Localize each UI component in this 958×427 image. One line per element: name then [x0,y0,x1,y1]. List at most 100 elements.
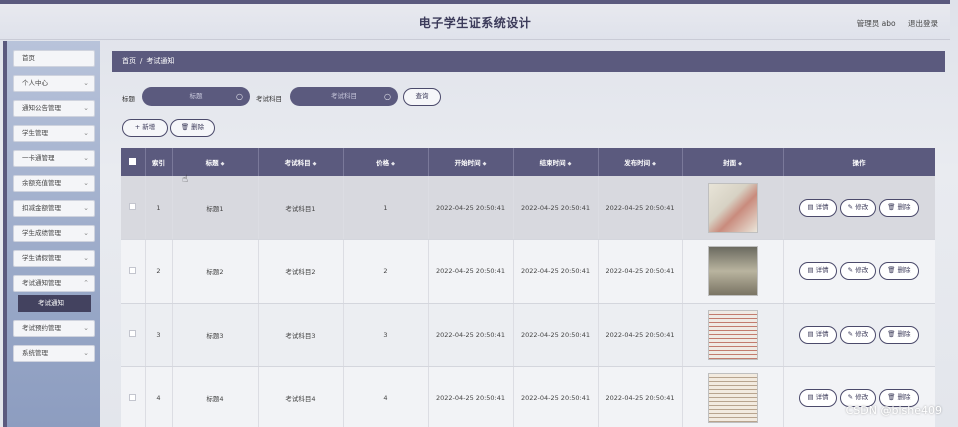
title-search-input[interactable]: 标题 ○ [142,87,250,106]
column-header[interactable]: 封面 ◆ [682,148,784,176]
hand-cursor-icon: ☝ [182,174,189,185]
checkbox-icon [129,393,137,401]
table-row[interactable]: 4 标题4 考试科目4 4 2022-04-25 20:50:41 2022-0… [121,366,935,427]
cell-subject: 考试科目3 [258,303,344,367]
add-button[interactable]: + 新增 [122,119,168,137]
breadcrumb-home[interactable]: 首页 [122,57,136,65]
sort-icon: ◆ [652,161,656,167]
detail-button[interactable]: ▤ 详情 [799,262,837,281]
chevron-down-icon: ⌄ [83,324,89,332]
cell-end-time: 2022-04-25 20:50:41 [513,239,599,304]
cell-cover [682,176,784,240]
app-title: 电子学生证系统设计 [418,16,532,30]
sidebar-item-notices[interactable]: 通知公告管理 ⌄ [13,100,95,117]
column-header[interactable]: 开始时间 ◆ [428,148,514,176]
cell-subject: 考试科目1 [258,176,344,240]
cell-cover [682,303,784,367]
delete-button[interactable]: 🗑 删除 [879,325,919,344]
cover-image[interactable] [707,246,758,297]
cell-price: 3 [343,303,429,367]
edit-button[interactable]: ✎ 修改 [839,262,877,281]
trash-icon: 🗑 [887,393,896,402]
watermark: CSDN @bishe409 [845,404,942,417]
row-checkbox[interactable] [121,176,146,240]
breadcrumb-separator: / [140,57,143,65]
sidebar-subitem-exam-notice[interactable]: 考试通知 [18,295,91,312]
detail-button[interactable]: ▤ 详情 [799,389,837,408]
delete-button[interactable]: 🗑 删除 [879,262,919,281]
column-header[interactable]: 价格 ◆ [343,148,429,176]
pencil-icon: ✎ [847,329,854,338]
detail-button[interactable]: ▤ 详情 [799,198,837,217]
cell-start-time: 2022-04-25 20:50:41 [428,366,514,427]
current-user-label: 管理员 abo [856,19,896,28]
query-button[interactable]: 查询 [403,88,441,106]
row-checkbox[interactable] [121,366,146,427]
column-header[interactable]: 结束时间 ◆ [513,148,599,176]
sidebar-item-cards[interactable]: 一卡通管理 ⌄ [13,150,95,167]
edit-button[interactable]: ✎ 修改 [839,198,877,217]
chevron-down-icon: ⌄ [83,229,89,237]
sidebar-item-grades[interactable]: 学生成绩管理 ⌄ [13,225,95,242]
cover-image[interactable] [707,309,758,360]
chevron-down-icon: ⌄ [83,349,89,357]
chevron-down-icon: ⌄ [83,129,89,137]
cell-start-time: 2022-04-25 20:50:41 [428,303,514,367]
sidebar-item-recharge[interactable]: 余额充值管理 ⌄ [13,175,95,192]
breadcrumb-current: 考试通知 [146,57,175,65]
table-header-row: 索引 标题 ◆ 考试科目 ◆ 价格 ◆ 开始时间 ◆ 结束时间 ◆ 发布时间 ◆ 封面 ◆ 操… [121,148,935,176]
delete-selected-label: 删除 [191,123,205,131]
cell-end-time: 2022-04-25 20:50:41 [513,303,599,367]
cell-subject: 考试科目2 [258,239,344,304]
edit-button[interactable]: ✎ 修改 [839,325,877,344]
cell-end-time: 2022-04-25 20:50:41 [513,366,599,427]
exam-notice-table: 索引 标题 ◆ 考试科目 ◆ 价格 ◆ 开始时间 ◆ 结束时间 ◆ 发布时间 ◆ 封面 ◆ 操… [121,148,935,427]
cell-title: 标题3 [172,303,259,367]
sidebar-item-label: 学生请假管理 [22,254,61,262]
subject-search-input[interactable]: 考试科目 ○ [290,87,398,106]
column-header: 索引 [145,148,173,176]
logout-link[interactable]: 退出登录 [908,19,938,28]
detail-button[interactable]: ▤ 详情 [799,325,837,344]
cover-image[interactable] [707,182,758,233]
row-checkbox[interactable] [121,303,146,367]
title-search-label: 标题 [122,95,135,103]
title-search-placeholder: 标题 [189,92,203,100]
table-row[interactable]: 2 标题2 考试科目2 2 2022-04-25 20:50:41 2022-0… [121,239,935,304]
sidebar-item-label: 余额充值管理 [22,179,61,187]
sidebar-item-exam-booking[interactable]: 考试预约管理 ⌄ [13,320,95,337]
search-icon: ○ [384,92,391,101]
detail-icon: ▤ [807,266,814,275]
cover-image[interactable] [707,373,758,424]
detail-icon: ▤ [807,329,814,338]
table-row[interactable]: 1 标题1 考试科目1 1 2022-04-25 20:50:41 2022-0… [121,176,935,240]
subject-search-label: 考试科目 [256,95,282,103]
sidebar-item-label: 个人中心 [22,79,48,87]
delete-selected-button[interactable]: 🗑 删除 [170,119,215,137]
cell-price: 2 [343,239,429,304]
chevron-down-icon: ⌄ [83,104,89,112]
sidebar-item-label: 扣减金额管理 [22,204,61,212]
delete-button[interactable]: 🗑 删除 [879,198,919,217]
sort-icon: ◆ [391,161,395,167]
column-header[interactable]: 发布时间 ◆ [598,148,683,176]
checkbox-icon [129,203,137,210]
table-row[interactable]: 3 标题3 考试科目3 3 2022-04-25 20:50:41 2022-0… [121,303,935,367]
sidebar-item-label: 一卡通管理 [22,154,55,162]
cell-publish-time: 2022-04-25 20:50:41 [598,239,683,304]
sidebar-item-system[interactable]: 系统管理 ⌄ [13,345,95,362]
sidebar-item-leave[interactable]: 学生请假管理 ⌄ [13,250,95,267]
column-header[interactable]: 标题 ◆ [172,148,259,176]
column-header: 操作 [783,148,935,176]
sidebar-item-students[interactable]: 学生管理 ⌄ [13,125,95,142]
sidebar-item-deduction[interactable]: 扣减金额管理 ⌄ [13,200,95,217]
select-all-checkbox[interactable] [121,148,146,176]
sidebar-item-home[interactable]: 首页 [13,50,95,67]
search-icon: ○ [236,92,243,101]
row-checkbox[interactable] [121,239,146,304]
sidebar-item-exam-notices[interactable]: 考试通知管理 ⌃ [13,275,95,292]
top-header: 电子学生证系统设计 管理员 abo 退出登录 [0,0,950,40]
column-header[interactable]: 考试科目 ◆ [258,148,344,176]
cell-start-time: 2022-04-25 20:50:41 [428,239,514,304]
sidebar-item-profile[interactable]: 个人中心 ⌄ [13,75,95,92]
